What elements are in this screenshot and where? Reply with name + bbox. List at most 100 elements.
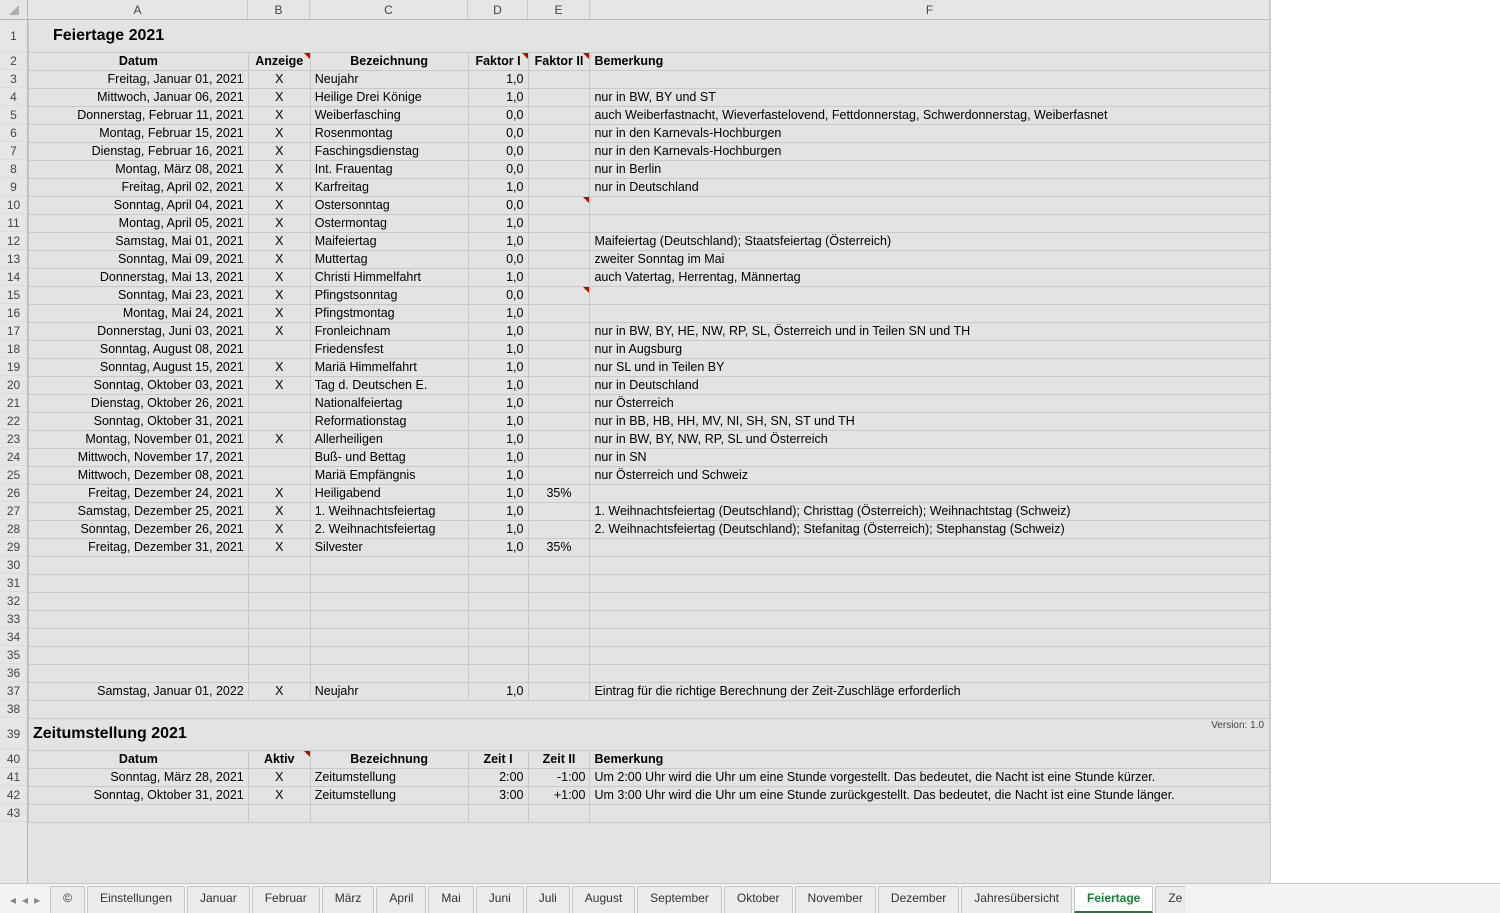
- row-header-20[interactable]: 20: [0, 376, 27, 394]
- cell-bezeichnung[interactable]: Christi Himmelfahrt: [310, 268, 468, 286]
- empty-cell[interactable]: [248, 592, 310, 610]
- cell-bemerkung[interactable]: nur in SN: [590, 448, 1270, 466]
- cell-datum[interactable]: Mittwoch, Januar 06, 2021: [29, 88, 249, 106]
- cell-anzeige[interactable]: X: [248, 520, 310, 538]
- hdr-bemerkung[interactable]: Bemerkung: [590, 52, 1270, 70]
- tab-nav-first-icon[interactable]: ◂: [10, 893, 16, 907]
- cell-faktor-ii[interactable]: [528, 448, 590, 466]
- row-header-34[interactable]: 34: [0, 628, 27, 646]
- cell-anzeige[interactable]: X: [248, 232, 310, 250]
- cell-datum[interactable]: Montag, März 08, 2021: [29, 160, 249, 178]
- sheet-tab-Juli[interactable]: Juli: [526, 886, 570, 913]
- cell-bezeichnung[interactable]: Muttertag: [310, 250, 468, 268]
- cell-datum[interactable]: Freitag, April 02, 2021: [29, 178, 249, 196]
- cell-zeit-i[interactable]: 2:00: [468, 768, 528, 786]
- cell-faktor-i[interactable]: 0,0: [468, 250, 528, 268]
- cell-faktor-ii[interactable]: [528, 70, 590, 88]
- row-header-18[interactable]: 18: [0, 340, 27, 358]
- cell-faktor-ii[interactable]: [528, 340, 590, 358]
- cell-faktor-i[interactable]: 1,0: [468, 430, 528, 448]
- empty-cell[interactable]: [29, 646, 249, 664]
- empty-cell[interactable]: [590, 556, 1270, 574]
- cell-anzeige[interactable]: X: [248, 250, 310, 268]
- cell-anzeige[interactable]: X: [248, 538, 310, 556]
- cell-faktor-ii[interactable]: [528, 412, 590, 430]
- row-header-10[interactable]: 10: [0, 196, 27, 214]
- row-header-25[interactable]: 25: [0, 466, 27, 484]
- col-header-B[interactable]: B: [248, 0, 310, 19]
- empty-cell[interactable]: [248, 574, 310, 592]
- row-header-43[interactable]: 43: [0, 804, 27, 822]
- cell-datum[interactable]: Sonntag, März 28, 2021: [29, 768, 249, 786]
- sheet-tab-Ze[interactable]: Ze: [1155, 886, 1186, 913]
- empty-cell[interactable]: [468, 592, 528, 610]
- row-header-26[interactable]: 26: [0, 484, 27, 502]
- select-all-corner[interactable]: [0, 0, 28, 19]
- sheet-tab-Februar[interactable]: Februar: [252, 886, 320, 913]
- empty-cell[interactable]: [590, 574, 1270, 592]
- row-header-2[interactable]: 2: [0, 52, 27, 70]
- cell-bezeichnung[interactable]: Faschingsdienstag: [310, 142, 468, 160]
- cell-bezeichnung[interactable]: Buß- und Bettag: [310, 448, 468, 466]
- cell-faktor-i[interactable]: 1,0: [468, 358, 528, 376]
- row-header-12[interactable]: 12: [0, 232, 27, 250]
- cell-faktor-ii[interactable]: [528, 106, 590, 124]
- col-header-D[interactable]: D: [468, 0, 528, 19]
- hdr2-aktiv[interactable]: Aktiv: [248, 750, 310, 768]
- sheet-tab-Dezember[interactable]: Dezember: [878, 886, 959, 913]
- row-header-37[interactable]: 37: [0, 682, 27, 700]
- empty-cell[interactable]: [29, 664, 249, 682]
- cell-datum[interactable]: Montag, November 01, 2021: [29, 430, 249, 448]
- cell-bezeichnung[interactable]: 1. Weihnachtsfeiertag: [310, 502, 468, 520]
- cell-bezeichnung[interactable]: Maifeiertag: [310, 232, 468, 250]
- cell-datum[interactable]: Donnerstag, Februar 11, 2021: [29, 106, 249, 124]
- cell-faktor-ii[interactable]: [528, 520, 590, 538]
- empty-cell[interactable]: [310, 610, 468, 628]
- cell-faktor-i[interactable]: 1,0: [468, 88, 528, 106]
- sheet-tab-Januar[interactable]: Januar: [187, 886, 250, 913]
- cell-datum[interactable]: Samstag, Dezember 25, 2021: [29, 502, 249, 520]
- row-header-9[interactable]: 9: [0, 178, 27, 196]
- cell-bezeichnung[interactable]: Mariä Himmelfahrt: [310, 358, 468, 376]
- cell-anzeige[interactable]: X: [248, 376, 310, 394]
- cell-datum[interactable]: Sonntag, Oktober 31, 2021: [29, 786, 249, 804]
- cell-datum[interactable]: Dienstag, Oktober 26, 2021: [29, 394, 249, 412]
- cell-datum[interactable]: Sonntag, Mai 09, 2021: [29, 250, 249, 268]
- row-header-8[interactable]: 8: [0, 160, 27, 178]
- cell-faktor-ii[interactable]: [528, 286, 590, 304]
- cell-faktor-ii[interactable]: [528, 322, 590, 340]
- cell-bezeichnung[interactable]: Pfingstsonntag: [310, 286, 468, 304]
- cell-bezeichnung[interactable]: Pfingstmontag: [310, 304, 468, 322]
- cell-datum[interactable]: Sonntag, August 08, 2021: [29, 340, 249, 358]
- col-header-E[interactable]: E: [528, 0, 590, 19]
- tab-nav-next-icon[interactable]: ▸: [34, 893, 40, 907]
- row-header-41[interactable]: 41: [0, 768, 27, 786]
- cell-datum[interactable]: Sonntag, Mai 23, 2021: [29, 286, 249, 304]
- cell-bezeichnung[interactable]: Reformationstag: [310, 412, 468, 430]
- cell-bemerkung[interactable]: nur in den Karnevals-Hochburgen: [590, 124, 1270, 142]
- row-header-6[interactable]: 6: [0, 124, 27, 142]
- cell-faktor-i[interactable]: 1,0: [468, 394, 528, 412]
- empty-cell[interactable]: [528, 556, 590, 574]
- cell-bemerkung[interactable]: nur Österreich: [590, 394, 1270, 412]
- empty-cell[interactable]: [29, 628, 249, 646]
- row-header-11[interactable]: 11: [0, 214, 27, 232]
- cell-zeit-ii[interactable]: +1:00: [528, 786, 590, 804]
- cell-datum[interactable]: Samstag, Januar 01, 2022: [29, 682, 249, 700]
- hdr-bezeichnung[interactable]: Bezeichnung: [310, 52, 468, 70]
- empty-cell[interactable]: [29, 610, 249, 628]
- empty-row[interactable]: [29, 700, 1270, 718]
- cell-anzeige[interactable]: X: [248, 196, 310, 214]
- row-header-22[interactable]: 22: [0, 412, 27, 430]
- row-header-33[interactable]: 33: [0, 610, 27, 628]
- cell-faktor-ii[interactable]: [528, 268, 590, 286]
- cell-anzeige[interactable]: [248, 448, 310, 466]
- cell-faktor-i[interactable]: 1,0: [468, 484, 528, 502]
- cell-bezeichnung[interactable]: Mariä Empfängnis: [310, 466, 468, 484]
- cell-bezeichnung[interactable]: Weiberfasching: [310, 106, 468, 124]
- cell-bezeichnung[interactable]: Neujahr: [310, 682, 468, 700]
- tab-nav-prev-icon[interactable]: ◂: [22, 893, 28, 907]
- cell-bemerkung[interactable]: zweiter Sonntag im Mai: [590, 250, 1270, 268]
- hdr-datum[interactable]: Datum: [29, 52, 249, 70]
- cell-bezeichnung[interactable]: Ostersonntag: [310, 196, 468, 214]
